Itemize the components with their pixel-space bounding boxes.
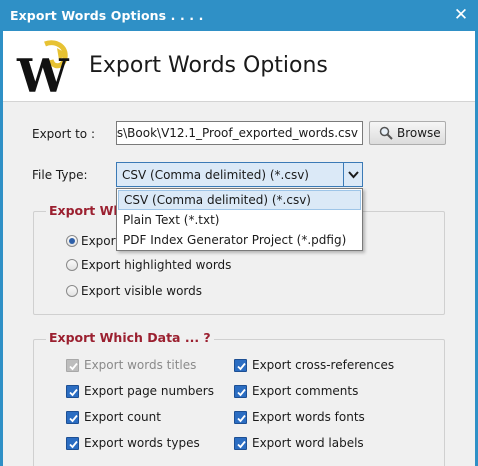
browse-button[interactable]: Browse xyxy=(369,121,446,145)
checkbox-count[interactable] xyxy=(66,411,79,424)
dropdown-option-csv[interactable]: CSV (Comma delimited) (*.csv) xyxy=(118,190,361,210)
export-to-label: Export to : xyxy=(32,127,95,141)
browse-label: Browse xyxy=(397,126,441,140)
file-type-value: CSV (Comma delimited) (*.csv) xyxy=(122,168,309,182)
checkbox-comments[interactable] xyxy=(234,385,247,398)
header-banner: W Export Words Options xyxy=(3,31,475,102)
app-logo-icon: W xyxy=(16,40,70,98)
export-path-input[interactable]: orders\Book\V12.1_Proof_exported_words.c… xyxy=(116,121,363,145)
dropdown-option-txt[interactable]: Plain Text (*.txt) xyxy=(118,210,361,230)
checkbox-page-numbers-label: Export page numbers xyxy=(84,384,214,398)
checkbox-words-titles-label: Export words titles xyxy=(84,358,197,372)
svg-text:W: W xyxy=(16,49,70,98)
title-bar[interactable]: Export Words Options . . . . ✕ xyxy=(0,0,478,31)
radio-export-highlighted-label: Export highlighted words xyxy=(81,258,232,272)
export-path-value: orders\Book\V12.1_Proof_exported_words.c… xyxy=(116,126,358,140)
close-icon[interactable]: ✕ xyxy=(450,5,472,25)
checkbox-words-types-label: Export words types xyxy=(84,436,200,450)
radio-export-visible[interactable] xyxy=(66,285,78,297)
page-title: Export Words Options xyxy=(89,53,328,78)
window-title: Export Words Options . . . . xyxy=(10,8,204,23)
checkbox-words-fonts[interactable] xyxy=(234,411,247,424)
checkbox-count-label: Export count xyxy=(84,410,161,424)
radio-export-all[interactable] xyxy=(66,235,78,247)
file-type-label: File Type: xyxy=(32,168,88,182)
checkbox-words-titles xyxy=(66,359,79,372)
checkbox-cross-references-label: Export cross-references xyxy=(252,358,395,372)
checkbox-word-labels[interactable] xyxy=(234,437,247,450)
search-icon xyxy=(379,126,393,140)
dropdown-option-pdfig[interactable]: PDF Index Generator Project (*.pdfig) xyxy=(118,230,361,250)
file-type-select[interactable]: CSV (Comma delimited) (*.csv) xyxy=(116,162,363,187)
radio-export-highlighted[interactable] xyxy=(66,259,78,271)
radio-export-all-label: Export xyxy=(81,234,121,248)
dialog-body: W Export Words Options Export to : order… xyxy=(3,31,475,466)
checkbox-word-labels-label: Export word labels xyxy=(252,436,364,450)
dialog-window: Export Words Options . . . . ✕ W Export … xyxy=(0,0,478,466)
checkbox-page-numbers[interactable] xyxy=(66,385,79,398)
checkbox-cross-references[interactable] xyxy=(234,359,247,372)
which-data-title: Export Which Data ... ? xyxy=(46,330,214,345)
file-type-dropdown: CSV (Comma delimited) (*.csv) Plain Text… xyxy=(116,188,363,251)
chevron-down-icon[interactable] xyxy=(343,163,362,186)
checkbox-words-types[interactable] xyxy=(66,437,79,450)
checkbox-words-fonts-label: Export words fonts xyxy=(252,410,365,424)
checkbox-comments-label: Export comments xyxy=(252,384,359,398)
radio-export-visible-label: Export visible words xyxy=(81,284,203,298)
